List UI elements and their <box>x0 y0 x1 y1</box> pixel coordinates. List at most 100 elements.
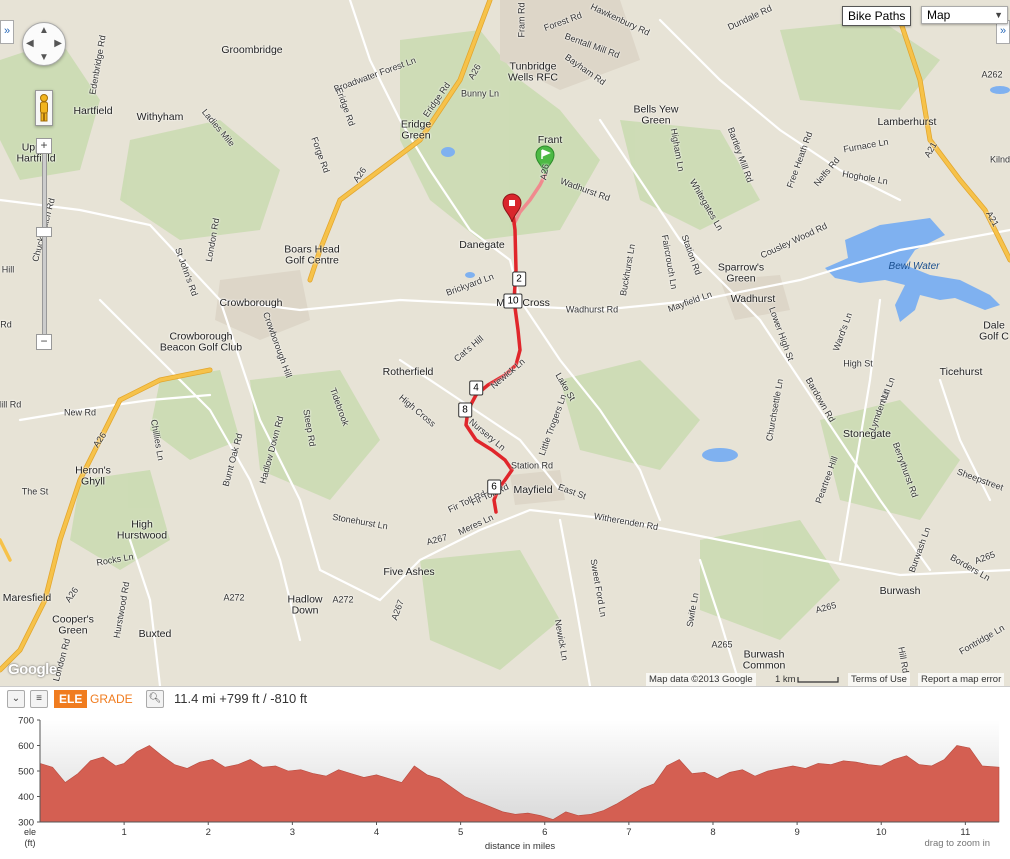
x-tick-label: 4 <box>374 827 379 838</box>
place-label: Danegate <box>459 238 505 251</box>
road-label: A265 <box>711 639 733 650</box>
place-label: Rotherfield <box>382 365 434 378</box>
place-label: Dale Golf C <box>979 319 1009 342</box>
route-mile-marker[interactable]: 8 <box>458 402 472 418</box>
pan-control[interactable]: ▲ ▼ ◀ ▶ <box>22 22 66 66</box>
zoom-out-button[interactable]: − <box>36 334 52 350</box>
route-mile-marker[interactable]: 6 <box>487 479 501 495</box>
y-unit-label: (ft) <box>25 838 36 848</box>
place-label: Bewl Water <box>888 261 940 272</box>
road-label: The St <box>21 486 49 497</box>
map-data-attribution: Map data ©2013 Google <box>646 673 756 686</box>
x-tick-label: 6 <box>542 827 547 838</box>
road-label: Hill <box>1 264 15 275</box>
road-label: A262 <box>981 69 1003 80</box>
x-axis-title: distance in miles <box>485 841 555 852</box>
x-tick-label: 10 <box>876 827 887 838</box>
road-label: High St <box>843 358 873 369</box>
x-tick-label: 7 <box>626 827 631 838</box>
place-label: Crowborough Beacon Golf Club <box>159 330 243 353</box>
x-tick-label: 8 <box>710 827 715 838</box>
route-mile-marker[interactable]: 2 <box>512 271 526 287</box>
road-label: A272 <box>332 594 354 605</box>
chevron-down-icon: ⌄ <box>11 693 21 704</box>
place-label: Heron's Ghyll <box>75 464 111 487</box>
pegman-icon[interactable] <box>35 90 53 126</box>
place-label: Burwash <box>879 584 921 597</box>
road-label: Rd <box>0 319 12 330</box>
place-label: Eridge Green <box>400 118 432 141</box>
menu-icon: ≡ <box>36 693 42 704</box>
road-label: Station Rd <box>510 460 554 471</box>
map-type-select[interactable]: Map ▼ <box>921 6 1008 24</box>
place-label: Boars Head Golf Centre <box>284 243 340 266</box>
drag-to-zoom-hint: drag to zoom in <box>925 838 990 849</box>
bike-paths-button[interactable]: Bike Paths <box>842 6 912 26</box>
zoom-slider[interactable] <box>42 153 47 337</box>
place-label: Sparrow's Green <box>717 261 765 284</box>
road-label: Kilnd <box>989 154 1010 165</box>
pan-up-icon[interactable]: ▲ <box>39 25 49 36</box>
pan-right-icon[interactable]: ▶ <box>54 38 62 49</box>
x-tick-label: 1 <box>121 827 126 838</box>
map-canvas[interactable]: Groombridge Tunbridge Wells RFC Frant Bells… <box>0 0 1010 686</box>
x-tick-label: 3 <box>290 827 295 838</box>
place-label: High Hurstwood <box>116 518 168 541</box>
place-label: Cooper's Green <box>52 613 94 636</box>
place-label: Ticehurst <box>939 365 983 378</box>
place-label: Five Ashes <box>383 565 435 578</box>
place-label: Withyham <box>136 110 184 123</box>
scale-label: 1 km <box>775 674 796 685</box>
magnifier-icon: 🔍︎ <box>148 693 162 704</box>
place-label: Wadhurst <box>730 292 776 305</box>
collapse-panel-button[interactable]: ⌄ <box>7 690 25 708</box>
road-label: New Rd <box>63 407 97 418</box>
place-label: Bells Yew Green <box>633 103 679 126</box>
y-tick-label: 400 <box>18 792 34 803</box>
zoom-in-button[interactable]: + <box>36 138 52 154</box>
x-tick-label: 2 <box>206 827 211 838</box>
elevation-panel: ⌄ ≡ ELE GRADE 🔍︎ 11.4 mi +799 ft / -810 … <box>0 686 1010 859</box>
x-tick-label: 11 <box>960 827 970 838</box>
map-base-layer <box>0 0 1010 686</box>
pan-left-icon[interactable]: ◀ <box>26 38 34 49</box>
place-label: Frant <box>537 133 563 146</box>
terms-of-use-link[interactable]: Terms of Use <box>848 673 910 686</box>
place-label: Mayfield <box>513 483 553 496</box>
ele-tab[interactable]: ELE <box>54 690 88 708</box>
y-tick-label: 700 <box>18 716 34 727</box>
place-label: Crowborough <box>219 296 283 309</box>
road-label: Bunny Ln <box>460 88 500 99</box>
x-tick-label: 5 <box>458 827 463 838</box>
place-label: Stonegate <box>843 427 891 440</box>
menu-button[interactable]: ≡ <box>30 690 48 708</box>
place-label: Tunbridge Wells RFC <box>508 60 558 83</box>
place-label: Maresfield <box>2 591 52 604</box>
pan-down-icon[interactable]: ▼ <box>39 52 49 63</box>
map-type-value: Map <box>927 8 951 22</box>
grade-tab[interactable]: GRADE <box>86 690 137 708</box>
road-label: Wadhurst Rd <box>565 304 619 315</box>
place-label: Burwash Common <box>742 648 786 671</box>
place-label: Hartfield <box>73 104 113 117</box>
google-logo: Google <box>8 661 57 678</box>
elevation-chart[interactable]: 3004005006007001 2 3 4 5 6 7 8 9 10 11ele(ft) dista… <box>0 713 1010 859</box>
y-tick-label: 500 <box>18 767 34 778</box>
expand-left-panel-button[interactable]: » <box>0 20 14 44</box>
place-label: Lamberhurst <box>877 115 937 128</box>
zoom-slider-thumb[interactable] <box>36 227 52 237</box>
route-mile-marker[interactable]: 4 <box>469 380 483 396</box>
road-label: Hill Rd <box>0 399 22 410</box>
y-tick-label: 600 <box>18 741 34 752</box>
road-label: Fram Rd <box>516 2 527 38</box>
x-tick-label: 9 <box>794 827 799 838</box>
route-stats: 11.4 mi +799 ft / -810 ft <box>174 691 308 706</box>
zoom-chart-button[interactable]: 🔍︎ <box>146 690 164 708</box>
y-unit-label: ele <box>24 827 36 837</box>
place-label: Hadlow Down <box>287 593 323 616</box>
route-mile-marker[interactable]: 10 <box>503 293 523 309</box>
scale-bar <box>797 677 839 683</box>
chevron-down-icon: ▼ <box>994 10 1003 20</box>
report-map-error-link[interactable]: Report a map error <box>918 673 1005 686</box>
road-label: A272 <box>223 592 245 603</box>
